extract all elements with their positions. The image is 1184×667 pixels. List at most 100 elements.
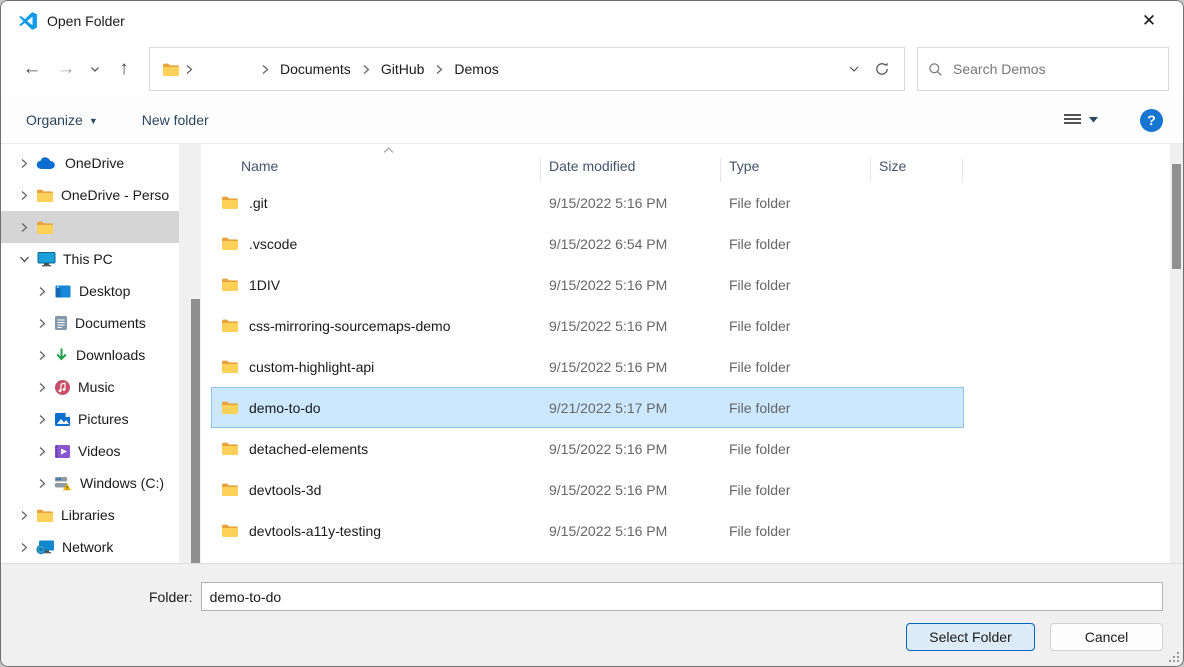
- back-icon[interactable]: ←: [15, 52, 49, 86]
- close-icon[interactable]: ✕: [1131, 6, 1167, 36]
- sidebar-item-videos[interactable]: Videos: [1, 435, 201, 467]
- sidebar-item-desktop[interactable]: Desktop: [1, 275, 201, 307]
- up-icon[interactable]: ↑: [107, 52, 141, 86]
- file-name: demo-to-do: [249, 400, 321, 416]
- file-row-1div[interactable]: 1DIV 9/15/2022 5:16 PMFile folder: [211, 264, 964, 305]
- search-box[interactable]: [917, 47, 1169, 91]
- column-header-date-modified[interactable]: Date modified: [541, 158, 721, 182]
- desktop-icon: [54, 284, 72, 299]
- new-folder-button[interactable]: New folder: [142, 112, 209, 128]
- breadcrumb-chevron-icon: [434, 64, 444, 75]
- recent-locations-chevron-icon[interactable]: [83, 52, 107, 86]
- breadcrumb-segment-documents[interactable]: Documents: [274, 61, 357, 77]
- file-row-devtools-animations[interactable]: devtools-animations9/15/2022 5:16 PMFile…: [211, 551, 964, 563]
- thispc-icon: [37, 251, 56, 267]
- help-icon[interactable]: ?: [1140, 109, 1163, 132]
- file-name: .vscode: [249, 236, 297, 252]
- sidebar-item-libraries[interactable]: Libraries: [1, 499, 201, 531]
- documents-icon: [54, 315, 68, 331]
- folder-icon: [221, 318, 239, 333]
- file-row-detached-elements[interactable]: detached-elements9/15/2022 5:16 PMFile f…: [211, 428, 964, 469]
- folder-icon: [221, 523, 239, 538]
- sidebar-item-downloads[interactable]: Downloads: [1, 339, 201, 371]
- filelist-scrollbar-track[interactable]: [1170, 144, 1183, 563]
- sidebar-item-label: Videos: [78, 443, 121, 459]
- folder-icon: [36, 188, 54, 203]
- file-type: File folder: [721, 277, 871, 293]
- sidebar-scrollbar-track[interactable]: [179, 144, 201, 563]
- list-view-icon: [1064, 113, 1081, 127]
- file-name: css-mirroring-sourcemaps-demo: [249, 318, 451, 334]
- chevron-right-icon: [37, 350, 47, 361]
- sidebar-item-this-pc[interactable]: This PC: [1, 243, 201, 275]
- folder-icon: [221, 277, 239, 292]
- chevron-right-icon: [37, 478, 47, 489]
- search-input[interactable]: [953, 61, 1158, 77]
- date-modified: 9/15/2022 6:54 PM: [541, 236, 721, 252]
- open-folder-dialog: Open Folder ✕ ← → ↑ DocumentsGitHubDemos: [0, 0, 1184, 667]
- organize-dropdown-caret-icon: ▼: [89, 116, 98, 126]
- file-row-demo-to-do[interactable]: demo-to-do9/21/2022 5:17 PMFile folder: [211, 387, 964, 428]
- vscode-icon: [17, 10, 39, 32]
- organize-button[interactable]: Organize ▼: [26, 112, 98, 128]
- file-row-git[interactable]: .git9/15/2022 5:16 PMFile folder: [211, 182, 964, 223]
- date-modified: 9/15/2022 5:16 PM: [541, 441, 721, 457]
- organize-label: Organize: [26, 112, 83, 128]
- breadcrumb-segment-demos[interactable]: Demos: [448, 61, 504, 77]
- view-dropdown-caret-icon: [1089, 117, 1098, 123]
- select-folder-button[interactable]: Select Folder: [906, 623, 1035, 651]
- sidebar-scrollbar-thumb[interactable]: [191, 299, 200, 563]
- sidebar-item-onedrive-perso[interactable]: OneDrive - Perso: [1, 179, 201, 211]
- file-name: 1DIV: [249, 277, 280, 293]
- file-name-cell: devtools-a11y-testing: [212, 523, 541, 539]
- date-modified: 9/15/2022 5:16 PM: [541, 277, 721, 293]
- folder-icon: [36, 508, 54, 523]
- music-icon: [54, 379, 71, 396]
- sidebar-item-label: Downloads: [76, 347, 145, 363]
- file-row-devtools-3d[interactable]: devtools-3d9/15/2022 5:16 PMFile folder: [211, 469, 964, 510]
- change-view-button[interactable]: [1058, 109, 1104, 131]
- file-row-devtools-a11y-testing[interactable]: devtools-a11y-testing9/15/2022 5:16 PMFi…: [211, 510, 964, 551]
- chevron-right-icon: [19, 222, 29, 233]
- forward-icon[interactable]: →: [49, 52, 83, 86]
- file-row-custom-highlight-api[interactable]: custom-highlight-api9/15/2022 5:16 PMFil…: [211, 346, 964, 387]
- search-icon: [928, 62, 943, 77]
- breadcrumb-segment-github[interactable]: GitHub: [375, 61, 431, 77]
- sidebar-item-label: Music: [78, 379, 115, 395]
- file-name: devtools-a11y-testing: [249, 523, 381, 539]
- file-name-cell: detached-elements: [212, 441, 541, 457]
- network-icon: [36, 539, 55, 555]
- file-name-cell: .git: [212, 195, 541, 211]
- address-dropdown-chevron-icon[interactable]: [848, 63, 860, 75]
- folder-icon: [221, 400, 239, 415]
- column-header-name[interactable]: Name: [211, 158, 541, 182]
- refresh-icon[interactable]: [874, 61, 890, 77]
- chevron-right-icon: [19, 542, 29, 553]
- onedrive-icon: [36, 156, 58, 170]
- date-modified: 9/15/2022 5:16 PM: [541, 318, 721, 334]
- videos-icon: [54, 444, 71, 459]
- filelist-scrollbar-thumb[interactable]: [1172, 164, 1181, 269]
- cancel-button[interactable]: Cancel: [1050, 623, 1163, 651]
- main-area: OneDriveOneDrive - PersoThis PCDesktopDo…: [1, 144, 1183, 563]
- resize-grip[interactable]: [1166, 649, 1180, 663]
- file-row-vscode[interactable]: .vscode9/15/2022 6:54 PMFile folder: [211, 223, 964, 264]
- date-modified: 9/15/2022 5:16 PM: [541, 195, 721, 211]
- column-header-size[interactable]: Size: [871, 158, 963, 182]
- file-type: File folder: [721, 441, 871, 457]
- file-row-css-mirroring-sourcemaps-demo[interactable]: css-mirroring-sourcemaps-demo 9/15/2022 5…: [211, 305, 964, 346]
- column-headers: NameDate modifiedTypeSize: [211, 144, 1183, 182]
- file-name-cell: 1DIV: [212, 277, 541, 293]
- sidebar-item-selected-folder[interactable]: [1, 211, 201, 243]
- sidebar-item-windows-c[interactable]: Windows (C:): [1, 467, 201, 499]
- address-bar[interactable]: Documents GitHub Demos: [149, 47, 905, 91]
- sidebar-item-onedrive[interactable]: OneDrive: [1, 147, 201, 179]
- sidebar-item-label: Network: [62, 539, 113, 555]
- navigation-bar: ← → ↑ Documents GitHub Demos: [1, 41, 1183, 97]
- column-header-type[interactable]: Type: [721, 158, 871, 182]
- sidebar-item-documents[interactable]: Documents: [1, 307, 201, 339]
- sidebar-item-music[interactable]: Music: [1, 371, 201, 403]
- sidebar-item-network[interactable]: Network: [1, 531, 201, 563]
- sidebar-item-pictures[interactable]: Pictures: [1, 403, 201, 435]
- folder-name-input[interactable]: [201, 582, 1163, 611]
